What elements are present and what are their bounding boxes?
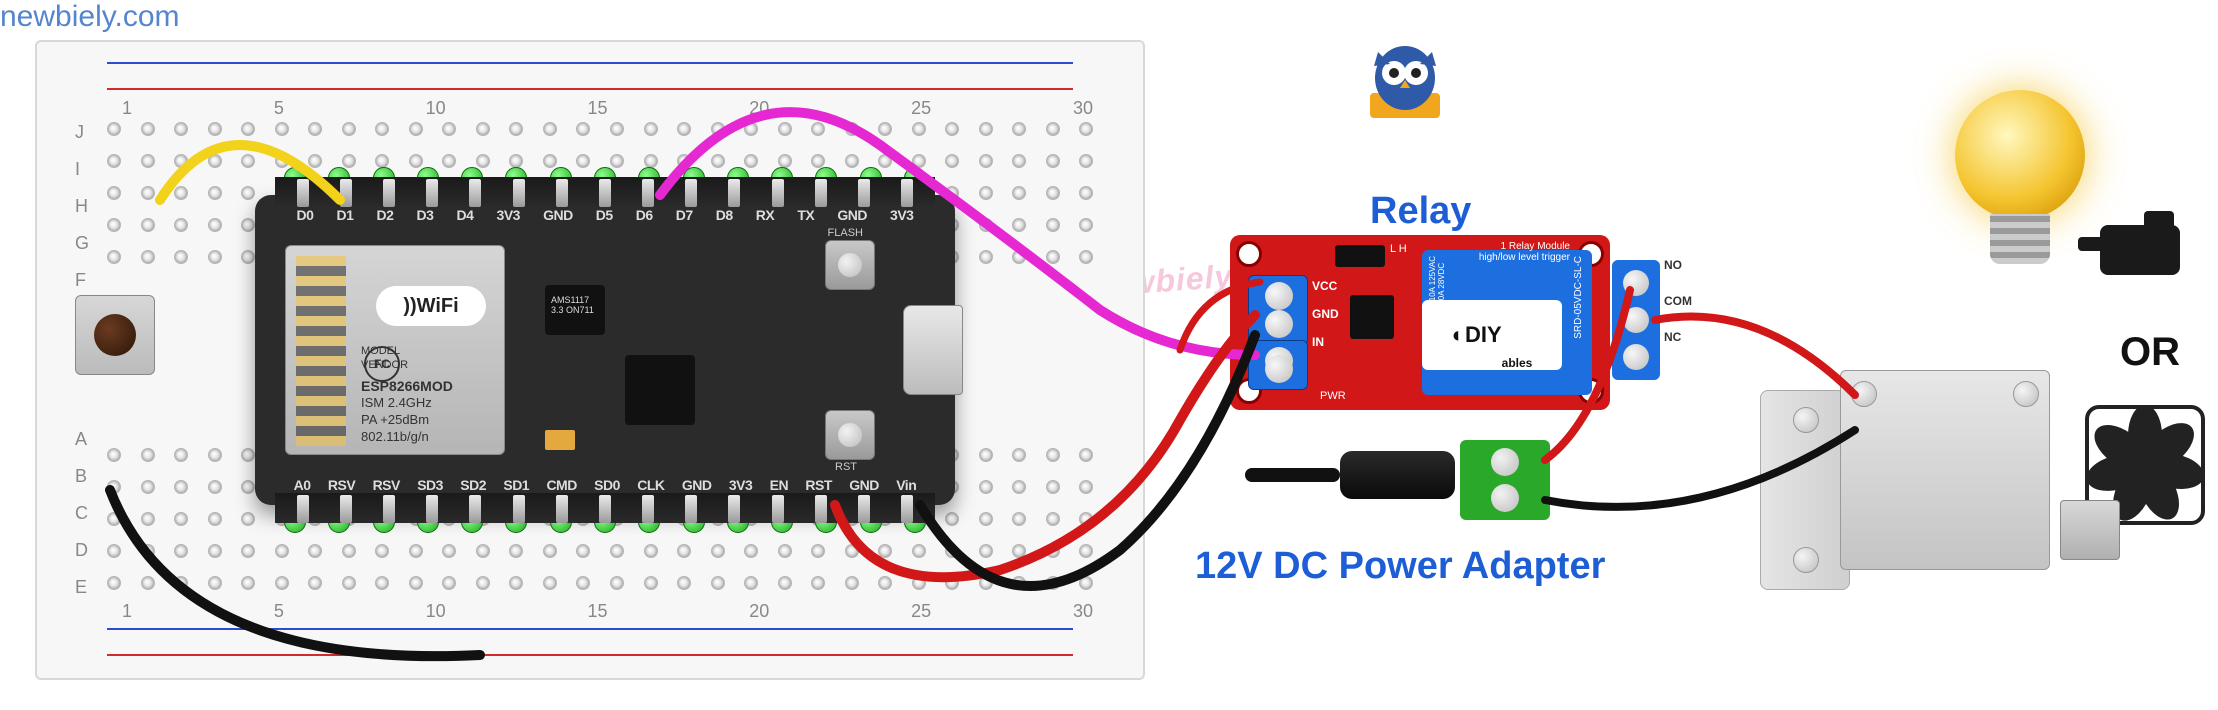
pin-labels-bottom: A0RSVRSVSD3SD2SD1CMDSD0CLKGND3V3ENRSTGND… <box>285 477 925 493</box>
relay-signal-terminal <box>1248 340 1308 390</box>
reset-button <box>825 410 875 460</box>
diyables-logo: ◐DIYables <box>1422 300 1562 370</box>
trigger-jumper <box>1335 245 1385 267</box>
spec-line-3: 802.11b/g/n <box>361 429 453 446</box>
spec-line-2: PA +25dBm <box>361 412 453 429</box>
dc-screw-terminal <box>1460 440 1550 520</box>
column-labels-bottom: 151015202530 <box>122 601 1093 622</box>
relay-output-labels: NO COM NC <box>1664 258 1692 344</box>
dc-barrel-jack <box>1245 440 1455 510</box>
relay-power-terminal <box>1248 275 1308 345</box>
regulator-label: AMS1117 3.3 ON711 <box>551 295 594 315</box>
power-rail-top <box>57 52 1123 102</box>
mascot-label: newbiely.com <box>0 0 2218 34</box>
relay-output-terminal <box>1612 260 1660 380</box>
flash-label: FLASH <box>828 227 863 239</box>
solenoid-lock <box>1760 370 2090 610</box>
esp8266-nodemcu: D0D1D2D3D43V3GNDD5D6D7D8RXTXGND3V3 A0RSV… <box>255 195 955 505</box>
relay-title: 1 Relay Module high/low level trigger <box>1479 241 1570 263</box>
chipset-label: ESP8266MOD <box>361 377 453 395</box>
optocoupler <box>1350 295 1394 339</box>
column-labels-top: 151015202530 <box>122 98 1093 119</box>
usb-serial-chip <box>625 355 695 425</box>
model-label: MODEL VENDOR <box>361 344 453 373</box>
esp8266-shield: ))WiFi FC MODEL VENDOR ESP8266MOD ISM 2.… <box>285 245 505 455</box>
water-pump <box>2100 225 2200 305</box>
jumper-labels: L H <box>1390 243 1407 255</box>
row-labels-bottom: EDCBA <box>75 429 88 598</box>
micro-usb-port <box>903 305 963 395</box>
power-adapter-label: 12V DC Power Adapter <box>1195 545 1605 588</box>
flash-button <box>825 240 875 290</box>
or-label: OR <box>2120 330 2180 375</box>
pcb-antenna <box>296 256 346 446</box>
relay-coil-block: SRD-05VDC-SL-C 10A 250VAC 10A 125VAC 10A… <box>1422 250 1592 395</box>
rst-label: RST <box>835 461 857 473</box>
power-rail-bottom <box>57 618 1123 668</box>
light-bulb <box>1950 90 2090 280</box>
pwr-led-label: PWR <box>1320 390 1346 402</box>
wifi-badge: ))WiFi <box>376 286 486 326</box>
push-button <box>75 295 155 375</box>
row-labels-top: JIHGF <box>75 122 89 291</box>
relay-label: Relay <box>1370 190 1471 233</box>
pin-labels-top: D0D1D2D3D43V3GNDD5D6D7D8RXTXGND3V3 <box>285 207 925 223</box>
relay-input-pins: VCC GND IN <box>1312 279 1339 349</box>
relay-module: VCC GND IN L H PWR SRD-05VDC-SL-C 10A 25… <box>1230 235 1610 410</box>
mascot-logo <box>1350 38 1460 123</box>
spec-line-1: ISM 2.4GHz <box>361 395 453 412</box>
smd-capacitor <box>545 430 575 450</box>
